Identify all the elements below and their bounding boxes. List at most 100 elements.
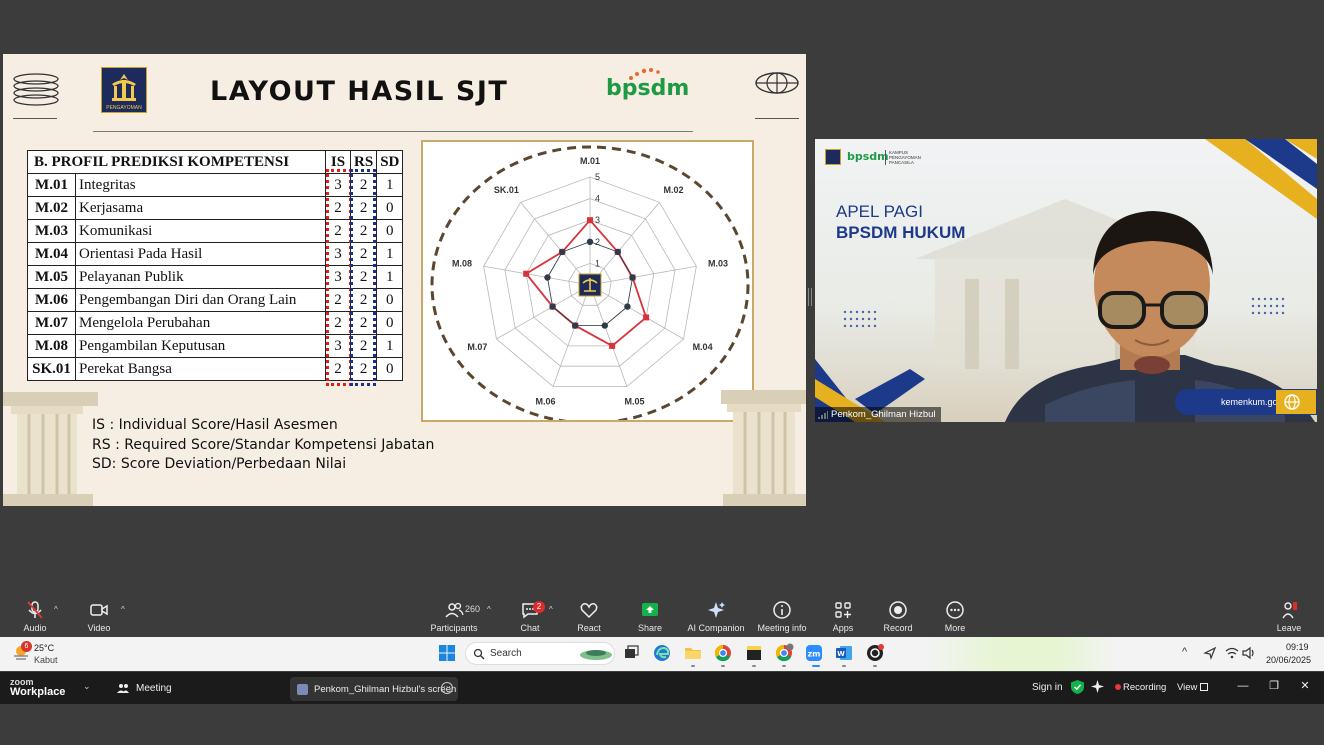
recording-status[interactable]: Recording (1123, 682, 1166, 693)
radar-spoke (552, 284, 591, 387)
clock-date[interactable]: 20/06/2025 (1266, 655, 1311, 665)
is-score: 3 (325, 242, 351, 266)
meeting-tab[interactable]: Meeting (136, 683, 172, 694)
radar-tick-label: 1 (595, 258, 600, 268)
view-menu[interactable]: View (1177, 682, 1197, 693)
sparkle-icon (708, 602, 725, 618)
screen-share-avatar-icon (297, 684, 308, 695)
ai-companion-button[interactable]: AI Companion (686, 598, 746, 636)
svg-text:W: W (837, 650, 845, 658)
sparkle-icon[interactable] (1091, 680, 1104, 693)
apps-button[interactable]: Apps (830, 598, 856, 636)
pillar-decoration (721, 390, 806, 506)
record-icon (889, 601, 907, 619)
running-indicator (691, 665, 695, 667)
radar-axis-label: M.06 (536, 397, 556, 407)
taskbar-search[interactable]: Search (465, 642, 615, 665)
info-icon (773, 601, 791, 619)
weather-description: Kabut (34, 655, 58, 665)
video-options-caret[interactable]: ^ (121, 605, 125, 614)
running-indicator (721, 665, 725, 667)
obs-recorder-icon[interactable] (865, 643, 885, 663)
radar-spoke (589, 202, 660, 286)
competency-code: M.01 (27, 173, 76, 197)
sd-score: 0 (376, 357, 404, 381)
radar-point (523, 270, 530, 277)
sd-score: 1 (376, 265, 404, 289)
windows-start-icon[interactable] (437, 643, 457, 663)
participant-video-tile[interactable]: bpsdm KAMPUS PENGAYOMAN PANCASILA APEL P… (815, 139, 1317, 422)
is-score: 3 (325, 173, 351, 197)
more-options-icon[interactable]: ··· (441, 682, 453, 694)
task-view-icon[interactable] (621, 643, 641, 663)
react-button[interactable]: React (574, 598, 604, 636)
close-icon[interactable]: ✕ (1299, 680, 1311, 692)
chrome-icon[interactable] (713, 643, 733, 663)
leave-label: Leave (1276, 623, 1302, 633)
sign-in-link[interactable]: Sign in (1032, 682, 1063, 693)
sticky-notes-icon[interactable] (744, 643, 764, 663)
globe-icon (755, 72, 799, 94)
record-button[interactable]: Record (883, 598, 913, 636)
wifi-icon[interactable] (1225, 646, 1239, 660)
share-button[interactable]: Share (636, 598, 664, 636)
chevron-down-icon[interactable]: ⌄ (83, 681, 91, 692)
search-placeholder: Search (490, 648, 522, 659)
clock-time[interactable]: 09:19 (1286, 642, 1309, 652)
zoom-app-icon[interactable]: zm (804, 643, 824, 663)
participant-name-tag: Penkom_Ghilman Hizbul (815, 407, 941, 422)
radar-point (609, 342, 616, 349)
sd-score: 0 (376, 219, 404, 243)
shared-screen-tab[interactable]: Penkom_Ghilman Hizbul's screen ··· (290, 677, 458, 701)
show-hidden-icons-chevron[interactable]: ^ (1182, 646, 1187, 658)
audio-options-caret[interactable]: ^ (54, 605, 58, 614)
rs-score: 2 (349, 288, 378, 312)
running-indicator (782, 665, 786, 667)
audio-label: Audio (23, 623, 47, 633)
microphone-muted-icon (27, 601, 43, 619)
competency-name: Integritas (75, 173, 326, 197)
pengayoman-logo: PENGAYOMAN (101, 67, 147, 113)
leave-button[interactable]: Leave (1275, 598, 1303, 636)
audio-button[interactable]: Audio (18, 598, 52, 636)
participants-options-caret[interactable]: ^ (487, 605, 491, 614)
restore-icon[interactable]: ❐ (1268, 680, 1280, 692)
running-indicator (752, 665, 756, 667)
shared-screen-slide: PENGAYOMAN LAYOUT HASIL SJT bpsdm B. PRO… (3, 54, 806, 506)
minimize-icon[interactable]: — (1237, 680, 1249, 692)
table-row: M.07 Mengelola Perubahan 2 2 0 (27, 311, 404, 335)
split-view-handle[interactable] (808, 288, 812, 306)
more-button[interactable]: More (941, 598, 969, 636)
apps-label: Apps (832, 623, 854, 633)
view-layout-icon[interactable] (1200, 683, 1208, 691)
edge-browser-icon[interactable] (652, 643, 672, 663)
competency-code: M.08 (27, 334, 76, 358)
network-location-icon[interactable] (1203, 646, 1217, 660)
radar-tick-label: 3 (595, 215, 600, 225)
radar-point (629, 274, 636, 281)
video-button[interactable]: Video (83, 598, 115, 636)
bpsdm-logo: bpsdm (606, 76, 690, 101)
shield-check-icon[interactable] (1071, 680, 1084, 694)
is-score: 2 (325, 196, 351, 220)
campus-caption: KAMPUS PENGAYOMAN PANCASILA (885, 150, 931, 165)
volume-icon[interactable] (1242, 646, 1256, 660)
record-label: Record (883, 623, 913, 633)
meeting-info-button[interactable]: Meeting info (756, 598, 808, 636)
competency-name: Kerjasama (75, 196, 326, 220)
file-explorer-icon[interactable] (683, 643, 703, 663)
participants-icon (445, 602, 464, 618)
chat-options-caret[interactable]: ^ (549, 605, 553, 614)
radar-chart: 12345M.01M.02M.03M.04M.05M.06M.07M.08SK.… (430, 145, 750, 420)
more-label: More (944, 623, 966, 633)
divider (93, 131, 693, 132)
is-score: 3 (325, 334, 351, 358)
legend-is: IS : Individual Score/Hasil Asesmen (92, 417, 338, 433)
chrome-profile-icon[interactable] (774, 643, 794, 663)
search-icon (473, 648, 485, 660)
zoom-workplace-bar: zoom Workplace ⌄ Meeting Penkom_Ghilman … (0, 672, 1324, 704)
word-icon[interactable]: W (834, 643, 854, 663)
pengayoman-logo (825, 149, 841, 165)
rs-score: 2 (349, 173, 378, 197)
sd-score: 1 (376, 173, 404, 197)
